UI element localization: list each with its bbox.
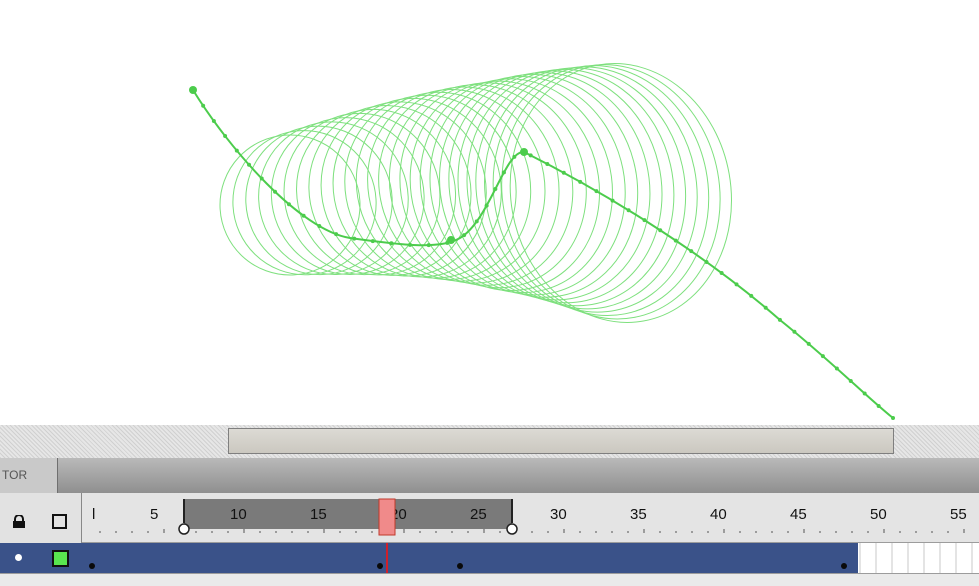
path-frame-dot [689, 249, 694, 254]
path-frame-dot [211, 119, 216, 124]
path-frame-dot [561, 170, 566, 175]
path-frame-dot [792, 329, 797, 334]
path-frame-dot [301, 213, 306, 218]
path-frame-dot [223, 134, 228, 139]
path-frame-dot [806, 341, 811, 346]
path-frame-dot [834, 366, 839, 371]
outline-icon[interactable] [52, 514, 67, 529]
path-frame-dot [545, 161, 550, 166]
path-frame-dot [273, 189, 278, 194]
keyframe-dot [841, 563, 847, 569]
keyframe-dot [377, 563, 383, 569]
scrollbar-thumb[interactable] [228, 428, 894, 454]
path-frame-dot [484, 203, 489, 208]
path-frame-dot [763, 305, 768, 310]
frame-number-label: 45 [790, 506, 807, 523]
layer-frames[interactable] [82, 543, 979, 573]
layer-row[interactable] [0, 543, 82, 573]
path-frame-dot [891, 416, 895, 420]
ruler-graphics: l 5 10 15 20 25 30 35 40 45 50 55 [92, 498, 967, 536]
path-frame-dot [820, 354, 825, 359]
onion-skin-shapes [219, 63, 732, 323]
path-frame-dot [234, 148, 239, 153]
path-frame-dot [493, 187, 498, 192]
path-frame-dot [673, 238, 678, 243]
path-frame-dot [389, 241, 394, 246]
path-frame-dot [191, 88, 195, 92]
frame-number-label: 25 [470, 506, 487, 523]
path-frame-dot [474, 219, 479, 224]
lock-icon[interactable] [12, 515, 26, 528]
frame-number-label: 50 [870, 506, 887, 523]
path-frame-dots [191, 88, 895, 420]
path-frame-dot [626, 208, 631, 213]
path-frame-dot [259, 176, 264, 181]
frame-number-label: 10 [230, 506, 247, 523]
frame-number-label: 30 [550, 506, 567, 523]
path-frame-dot [734, 282, 739, 287]
frame-number-label: 40 [710, 506, 727, 523]
path-frame-dot [370, 239, 375, 244]
path-frame-dot [501, 170, 506, 175]
path-frame-dot [578, 179, 583, 184]
path-frame-dot [642, 218, 647, 223]
path-frame-dot [594, 189, 599, 194]
frame-number-label: 55 [950, 506, 967, 523]
frame-number-label: 35 [630, 506, 647, 523]
path-frame-dot [862, 391, 867, 396]
tween-span [82, 543, 858, 573]
onion-skin-ellipse [270, 117, 425, 275]
path-frame-dot [334, 232, 339, 237]
path-frame-dot [512, 154, 517, 159]
path-frame-dot [704, 259, 709, 264]
layer-column [0, 493, 82, 585]
frame-ruler[interactable]: l 5 10 15 20 25 30 35 40 45 50 55 [82, 493, 979, 543]
horizontal-scrollbar[interactable] [0, 425, 979, 458]
path-frame-dot [317, 224, 322, 229]
path-frame-dot [445, 240, 450, 245]
path-frame-dot [462, 233, 467, 238]
onion-marker-handle [506, 523, 518, 535]
keyframe-dot [457, 563, 463, 569]
onion-skin-ellipse [232, 130, 377, 276]
frame-number-label: 5 [150, 506, 158, 523]
path-frame-dot [286, 202, 291, 207]
path-frame-dot [658, 228, 663, 233]
path-frame-dot [247, 162, 252, 167]
frame-number-label: 15 [310, 506, 327, 523]
path-frame-dot [528, 153, 533, 158]
timeline-footer [0, 573, 979, 586]
frame-number-label: l [92, 506, 95, 523]
path-frame-dot [201, 103, 206, 108]
playhead [378, 498, 396, 536]
stage-canvas[interactable] [0, 0, 979, 425]
path-frame-dot [848, 379, 853, 384]
layer-outline-color-icon[interactable] [52, 550, 69, 567]
keyframe-dot [89, 563, 95, 569]
path-frame-dot [426, 243, 431, 248]
panel-tab-label[interactable]: TOR [0, 458, 58, 493]
visibility-dot-icon[interactable] [15, 554, 22, 561]
path-frame-dot [408, 242, 413, 247]
frames-graphics [82, 543, 973, 573]
path-frame-dot [719, 271, 724, 276]
path-frame-dot [777, 317, 782, 322]
timeline-panel-header: TOR [0, 458, 979, 493]
motion-path-drawing [189, 63, 895, 420]
path-frame-dot [749, 293, 754, 298]
timeline: l 5 10 15 20 25 30 35 40 45 50 55 [0, 493, 979, 586]
path-frame-dot [876, 403, 881, 408]
path-frame-dot [610, 198, 615, 203]
path-frame-dot [352, 236, 357, 241]
onion-marker-handle [178, 523, 190, 535]
path-anchor [520, 148, 528, 156]
